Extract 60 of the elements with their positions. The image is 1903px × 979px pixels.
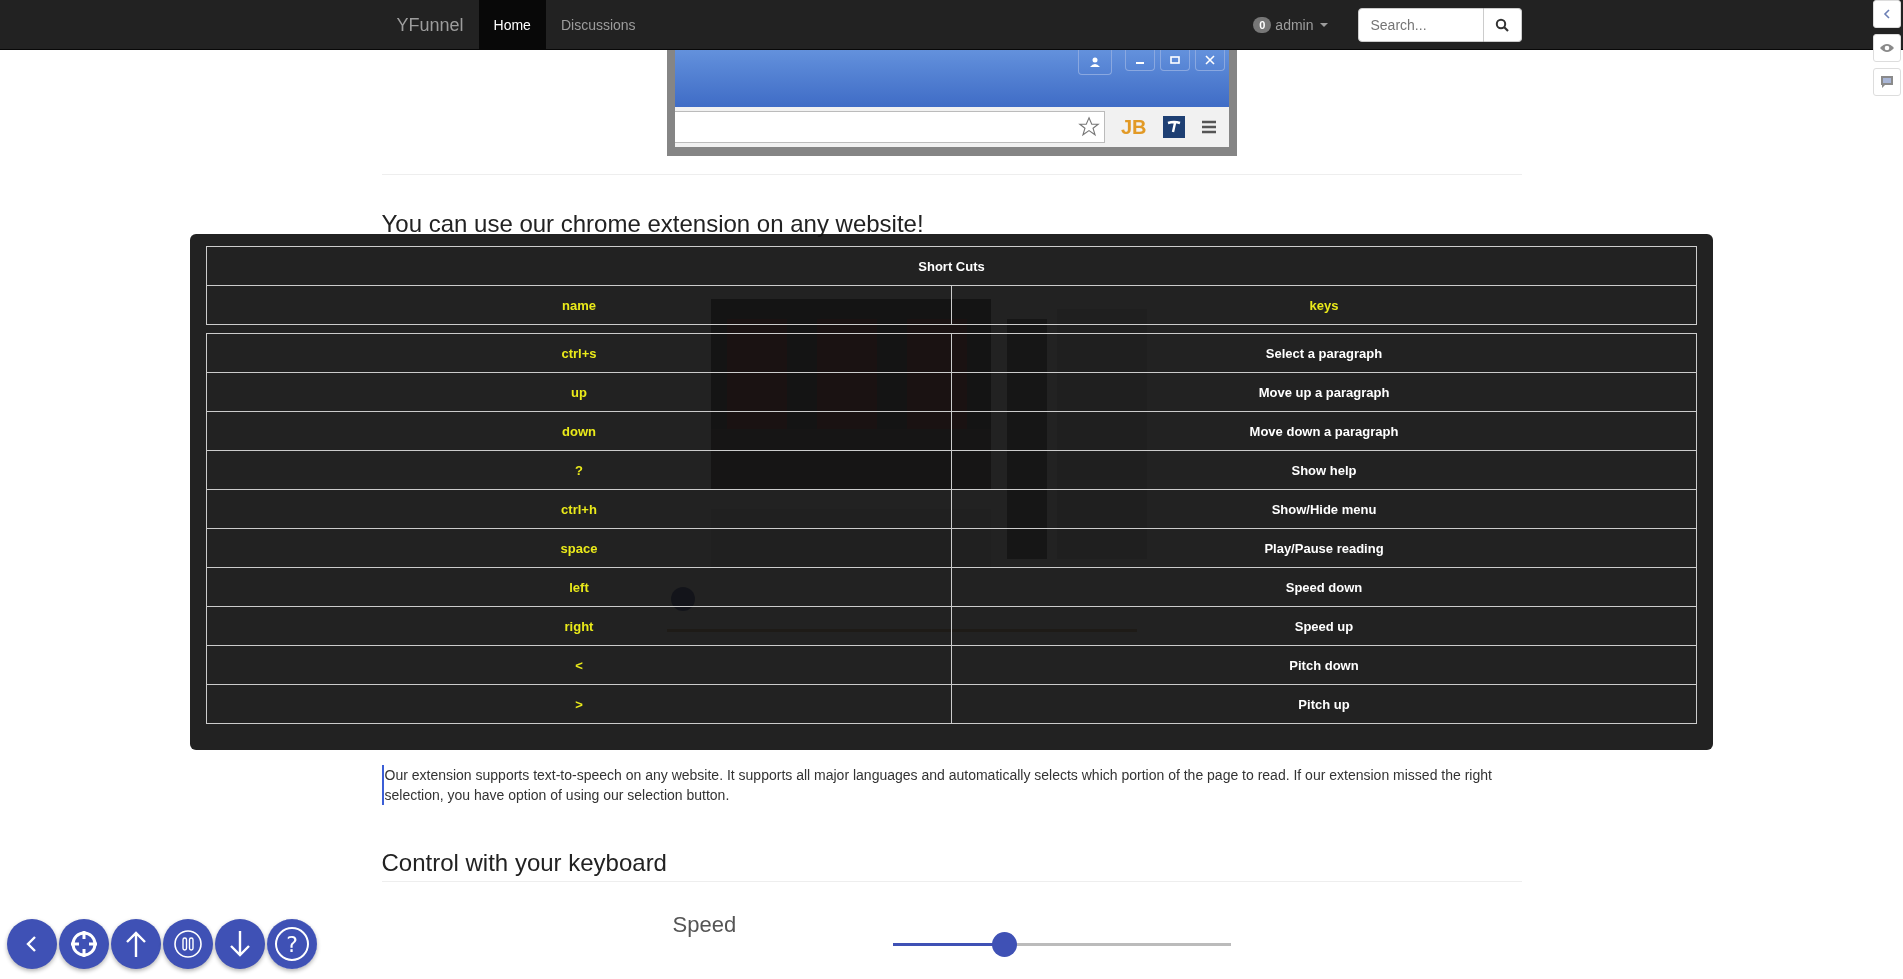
collapse-button[interactable]	[1872, 0, 1901, 28]
close-icon	[1194, 50, 1225, 71]
paragraph: Our extension supports text-to-speech on any website. It supports all major languages and automatically selects which portion of the page to read. If our extension missed the right selection, you have option of using our selection button.	[381, 765, 1522, 805]
table-cell: Select a paragraph	[951, 333, 1697, 373]
help-button[interactable]: ?	[267, 919, 317, 969]
comment-button[interactable]	[1872, 68, 1901, 96]
search-field[interactable]: Search...	[1357, 8, 1484, 42]
table-cell: Play/Pause reading	[951, 528, 1697, 568]
menu-icon	[1200, 119, 1217, 135]
table-cell: left	[206, 567, 952, 607]
nav-link[interactable]: Home	[478, 0, 546, 50]
dialog-title: Short Cuts	[206, 246, 1697, 286]
table-cell: Move up a paragraph	[951, 372, 1697, 412]
count-badge: 0	[1253, 17, 1272, 33]
table-cell: right	[206, 606, 952, 646]
arrow-up-icon	[124, 930, 148, 958]
caret-icon	[1319, 23, 1328, 27]
chevron-left-icon	[1881, 8, 1892, 20]
maximize-icon	[1159, 50, 1190, 71]
table-cell: down	[206, 411, 952, 451]
eye-icon	[1878, 42, 1895, 54]
search-button[interactable]	[1483, 8, 1522, 42]
star-icon	[1077, 116, 1100, 138]
column-header: keys	[951, 285, 1697, 325]
table-cell: up	[206, 372, 952, 412]
profile-icon	[1077, 50, 1112, 75]
section-heading: You can use our chrome extension on any website!	[381, 209, 925, 239]
table-cell: <	[206, 645, 952, 685]
table-cell: Show help	[951, 450, 1697, 490]
back-button[interactable]	[7, 919, 57, 969]
table-cell: Speed down	[951, 567, 1697, 607]
table-cell: Show/Hide menu	[951, 489, 1697, 529]
pause-icon	[173, 929, 203, 959]
crosshair-icon	[69, 929, 99, 959]
down-button[interactable]	[215, 919, 265, 969]
table-cell: space	[206, 528, 952, 568]
arrow-down-icon	[228, 930, 252, 958]
slider-thumb[interactable]	[992, 932, 1018, 957]
table-cell: ctrl+h	[206, 489, 952, 529]
eye-button[interactable]	[1872, 34, 1901, 62]
section-heading: Control with your keyboard	[381, 849, 1522, 882]
table-cell: Pitch up	[951, 684, 1697, 724]
column-header: name	[206, 285, 952, 325]
select-button[interactable]	[59, 919, 109, 969]
table-cell: Speed up	[951, 606, 1697, 646]
table-cell: ctrl+s	[206, 333, 952, 373]
slider-label: Speed	[672, 911, 738, 938]
extension-logo: JB	[1120, 115, 1147, 139]
nav-link[interactable]: Discussions	[545, 0, 651, 50]
up-button[interactable]	[111, 919, 161, 969]
table-cell: Move down a paragraph	[951, 411, 1697, 451]
brand-link[interactable]: YFunnel	[381, 0, 479, 50]
table-cell: >	[206, 684, 952, 724]
pause-button[interactable]	[163, 919, 213, 969]
table-cell: ?	[206, 450, 952, 490]
table-cell: Pitch down	[951, 645, 1697, 685]
minimize-icon	[1124, 50, 1155, 71]
user-menu[interactable]: admin	[1275, 17, 1314, 33]
search-icon	[1495, 18, 1509, 32]
comment-icon	[1879, 75, 1894, 89]
